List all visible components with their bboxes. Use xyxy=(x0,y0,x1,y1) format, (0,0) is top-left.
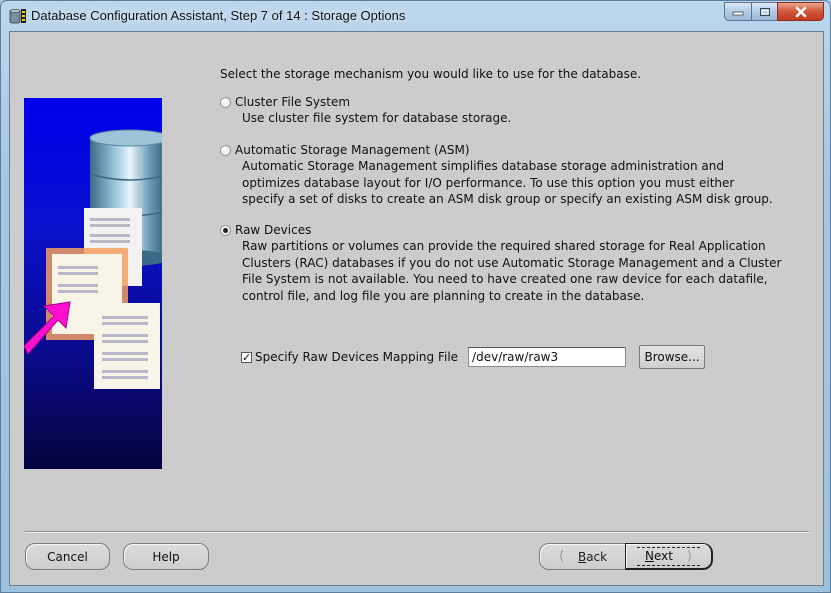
storage-banner-image xyxy=(24,98,162,469)
chevron-left-icon: ⟨ xyxy=(558,549,564,564)
cancel-button[interactable]: Cancel xyxy=(25,543,110,570)
back-label: Back xyxy=(578,550,607,564)
option-cluster-file-system: Cluster File System Use cluster file sys… xyxy=(220,94,511,127)
next-button[interactable]: Next ⟩ xyxy=(625,543,713,570)
option-description: Raw partitions or volumes can provide th… xyxy=(242,238,781,304)
next-label: Next xyxy=(645,549,673,563)
description-line: optimizes database layout for I/O perfor… xyxy=(242,175,735,190)
window-title: Database Configuration Assistant, Step 7… xyxy=(31,8,406,23)
radio-raw-devices[interactable]: Raw Devices xyxy=(220,222,781,238)
raw-mapping-row: ✓ Specify Raw Devices Mapping File Brows… xyxy=(241,345,706,369)
mapping-file-path-input[interactable] xyxy=(468,347,627,367)
dialog-body: Select the storage mechanism you would l… xyxy=(9,31,824,586)
mapping-file-label[interactable]: Specify Raw Devices Mapping File xyxy=(255,350,458,364)
option-description: Automatic Storage Management simplifies … xyxy=(242,158,773,208)
mnemonic: B xyxy=(577,549,587,564)
maximize-button[interactable] xyxy=(751,2,777,21)
option-asm: Automatic Storage Management (ASM) Autom… xyxy=(220,142,773,208)
dialog-window: Database Configuration Assistant, Step 7… xyxy=(0,0,831,593)
close-icon xyxy=(795,6,806,17)
minimize-icon xyxy=(732,11,744,15)
option-label: Cluster File System xyxy=(235,95,351,109)
option-label: Raw Devices xyxy=(235,223,312,237)
radio-button[interactable] xyxy=(220,96,231,108)
description-line: control file, and log file you are plann… xyxy=(242,288,645,303)
window-controls xyxy=(724,2,824,22)
browse-button[interactable]: Browse... xyxy=(639,345,706,369)
radio-asm[interactable]: Automatic Storage Management (ASM) xyxy=(220,142,773,158)
option-label: Automatic Storage Management (ASM) xyxy=(235,143,470,157)
description-line: File System is not available. You need t… xyxy=(242,272,768,286)
description-line: Raw partitions or volumes can provide th… xyxy=(242,239,766,253)
radio-cluster-file-system[interactable]: Cluster File System xyxy=(220,94,511,110)
database-app-icon xyxy=(9,9,26,24)
description-line: specify a set of disks to create an ASM … xyxy=(242,192,773,206)
mapping-file-checkbox[interactable]: ✓ xyxy=(241,351,252,363)
back-button[interactable]: ⟨ Back xyxy=(539,543,627,570)
label-rest: ack xyxy=(586,549,608,564)
title-bar[interactable]: Database Configuration Assistant, Step 7… xyxy=(1,1,830,31)
minimize-button[interactable] xyxy=(724,2,751,21)
label-rest: ext xyxy=(653,549,673,563)
help-button[interactable]: Help xyxy=(123,543,209,570)
footer-separator xyxy=(25,531,809,533)
close-button[interactable] xyxy=(777,2,824,21)
description-line: Use cluster file system for database sto… xyxy=(242,111,512,125)
chevron-right-icon: ⟩ xyxy=(686,548,693,564)
mnemonic: N xyxy=(644,549,654,563)
document-icon-front xyxy=(94,303,160,389)
database-illustration xyxy=(24,129,162,389)
radio-button[interactable] xyxy=(220,144,231,156)
description-line: Clusters (RAC) databases if you do not u… xyxy=(242,255,782,270)
option-description: Use cluster file system for database sto… xyxy=(242,110,511,127)
option-raw-devices: Raw Devices Raw partitions or volumes ca… xyxy=(220,222,781,304)
maximize-icon xyxy=(759,7,770,16)
radio-button-selected[interactable] xyxy=(220,224,231,236)
instruction-text: Select the storage mechanism you would l… xyxy=(220,67,642,81)
description-line: Automatic Storage Management simplifies … xyxy=(242,159,724,173)
focus-indicator: Next ⟩ xyxy=(636,546,701,566)
